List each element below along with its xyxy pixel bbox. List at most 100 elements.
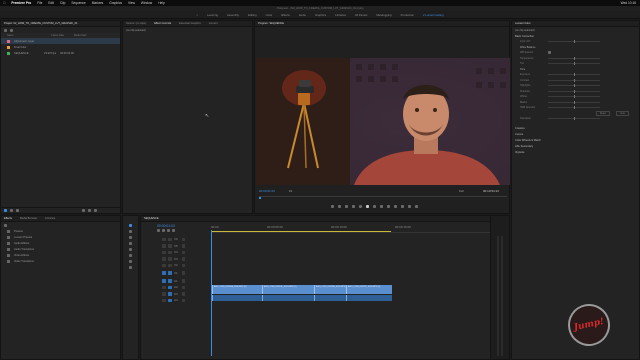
new-item-icon[interactable] [88, 209, 91, 212]
source-patch-icon[interactable] [162, 279, 166, 283]
blacks-slider[interactable] [548, 100, 600, 104]
search-icon[interactable] [10, 28, 13, 32]
time-ruler[interactable]: 00:00 00:00:05:00 00:00:10:00 00:00:15:0… [211, 224, 491, 233]
project-tab[interactable]: Project: 02_HOW_TO_CREATE_CUSTOM_LUT_GRA… [4, 22, 78, 25]
icon-view-icon[interactable] [16, 209, 19, 212]
workspace-tab[interactable]: Audio [299, 13, 306, 17]
sync-icon[interactable] [168, 263, 172, 267]
tab-sequence[interactable]: SEQUENCE [144, 217, 159, 220]
lut-dropdown[interactable] [548, 40, 600, 44]
trash-icon[interactable] [94, 209, 97, 212]
tab-essential-graphics[interactable]: Essential Graphics [179, 22, 201, 25]
mute-icon[interactable] [181, 298, 185, 302]
column-frame-rate[interactable]: Frame Rate [51, 34, 64, 37]
sync-icon[interactable] [168, 285, 172, 289]
plus-icon[interactable] [415, 205, 418, 208]
menu-view[interactable]: View [128, 1, 135, 5]
tab-source[interactable]: Source: (no clips) [126, 22, 146, 25]
tab-lumetri[interactable]: Lumetri [209, 22, 218, 25]
workspace-tab-active[interactable]: 2 Lumetri setting [423, 13, 444, 17]
menu-graphics[interactable]: Graphics [109, 1, 122, 5]
folder-icon[interactable] [4, 28, 7, 32]
monitor-scrubber[interactable] [259, 196, 507, 197]
tab-media-browser[interactable]: Media Browser [20, 217, 37, 220]
marker-icon[interactable] [331, 205, 334, 208]
wrench-icon[interactable] [172, 229, 175, 232]
list-view-icon[interactable] [10, 209, 13, 212]
pencil-icon[interactable] [4, 209, 7, 212]
lock-icon[interactable] [162, 292, 166, 296]
app-menu[interactable]: Premiere Pro [11, 1, 31, 5]
timeline-clip[interactable]: A001_C005_0502HA_S000.MP4 [V] [212, 285, 262, 294]
hand-icon[interactable] [129, 260, 132, 263]
eye-icon[interactable] [181, 237, 185, 241]
whites-slider[interactable] [548, 95, 600, 99]
mute-icon[interactable] [181, 285, 185, 289]
snap-icon[interactable] [157, 229, 160, 232]
workspace-tab[interactable]: Production [401, 13, 414, 17]
track-header-a4[interactable]: A4 [157, 297, 185, 304]
track-header-v1[interactable]: V1 [157, 269, 185, 278]
column-name[interactable]: Name [7, 34, 13, 37]
apple-icon[interactable]:  [3, 1, 5, 5]
shadows-slider[interactable] [548, 89, 600, 93]
eyedropper-icon[interactable] [548, 51, 551, 55]
menu-file[interactable]: File [37, 1, 42, 5]
workspace-tab[interactable]: Effects [281, 13, 290, 17]
linked-selection-icon[interactable] [162, 229, 165, 232]
eye-icon[interactable] [181, 271, 185, 275]
sync-icon[interactable] [168, 279, 172, 283]
new-bin-icon[interactable] [82, 209, 85, 212]
timeline-clip[interactable]: A001_C006_0502GL_S001.MP4 [V] [262, 285, 314, 294]
lift-icon[interactable] [387, 205, 390, 208]
audio-clip[interactable] [262, 295, 314, 301]
sync-icon[interactable] [168, 257, 172, 261]
tint-slider[interactable] [548, 62, 600, 66]
timeline-clip[interactable]: A001_C008_0502PF_S000.MP4 [V] [346, 285, 392, 294]
source-patch-icon[interactable] [162, 271, 166, 275]
audio-clip[interactable] [346, 295, 392, 301]
menu-markers[interactable]: Markers [92, 1, 104, 5]
export-frame-icon[interactable] [401, 205, 404, 208]
extract-icon[interactable] [394, 205, 397, 208]
reset-button[interactable]: Reset [595, 110, 611, 116]
lock-icon[interactable] [162, 237, 166, 241]
exposure-slider[interactable] [548, 73, 600, 77]
workspace-tab[interactable]: Libraries [335, 13, 346, 17]
track-select-icon[interactable] [129, 230, 132, 233]
menu-clip[interactable]: Clip [60, 1, 66, 5]
eye-icon[interactable] [181, 244, 185, 248]
slip-icon[interactable] [129, 248, 132, 251]
compare-icon[interactable] [408, 205, 411, 208]
slider-row[interactable]: Saturation [512, 116, 639, 122]
sync-icon[interactable] [168, 244, 172, 248]
quality-select[interactable]: Full [459, 189, 464, 193]
section-vignette[interactable]: Vignette [512, 150, 639, 156]
timeline-clip[interactable]: A001_C007_0502PA_S000.MP4 [V] [314, 285, 348, 294]
lock-icon[interactable] [162, 257, 166, 261]
workspace-tab[interactable]: Assembly [227, 13, 239, 17]
program-timecode[interactable]: 00:00:01:03 [259, 189, 275, 193]
sync-icon[interactable] [168, 292, 172, 296]
sync-icon[interactable] [168, 298, 172, 302]
audio-clip[interactable] [212, 295, 262, 301]
column-media-start[interactable]: Media Start [74, 34, 86, 37]
list-item[interactable]: SEQUENCE 23.976 fps 00:00:00:00 [1, 50, 120, 56]
contrast-slider[interactable] [548, 78, 600, 82]
lumetri-title[interactable]: Lumetri Color [515, 22, 531, 25]
lock-icon[interactable] [162, 250, 166, 254]
saturation-slider[interactable] [548, 117, 600, 121]
mark-out-icon[interactable] [345, 205, 348, 208]
step-back-icon[interactable] [359, 205, 362, 208]
home-icon[interactable]: ⌂ [196, 13, 198, 17]
menu-sequence[interactable]: Sequence [71, 1, 85, 5]
auto-button[interactable]: Auto [616, 110, 629, 116]
temperature-slider[interactable] [548, 56, 600, 60]
play-icon[interactable] [366, 205, 369, 208]
ripple-edit-icon[interactable] [129, 236, 132, 239]
workspace-tab[interactable]: Metalogging [376, 13, 391, 17]
search-icon[interactable] [4, 223, 7, 227]
audio-clip[interactable] [314, 295, 346, 301]
highlights-slider[interactable] [548, 84, 600, 88]
tab-effect-controls[interactable]: Effect Controls [154, 22, 171, 25]
